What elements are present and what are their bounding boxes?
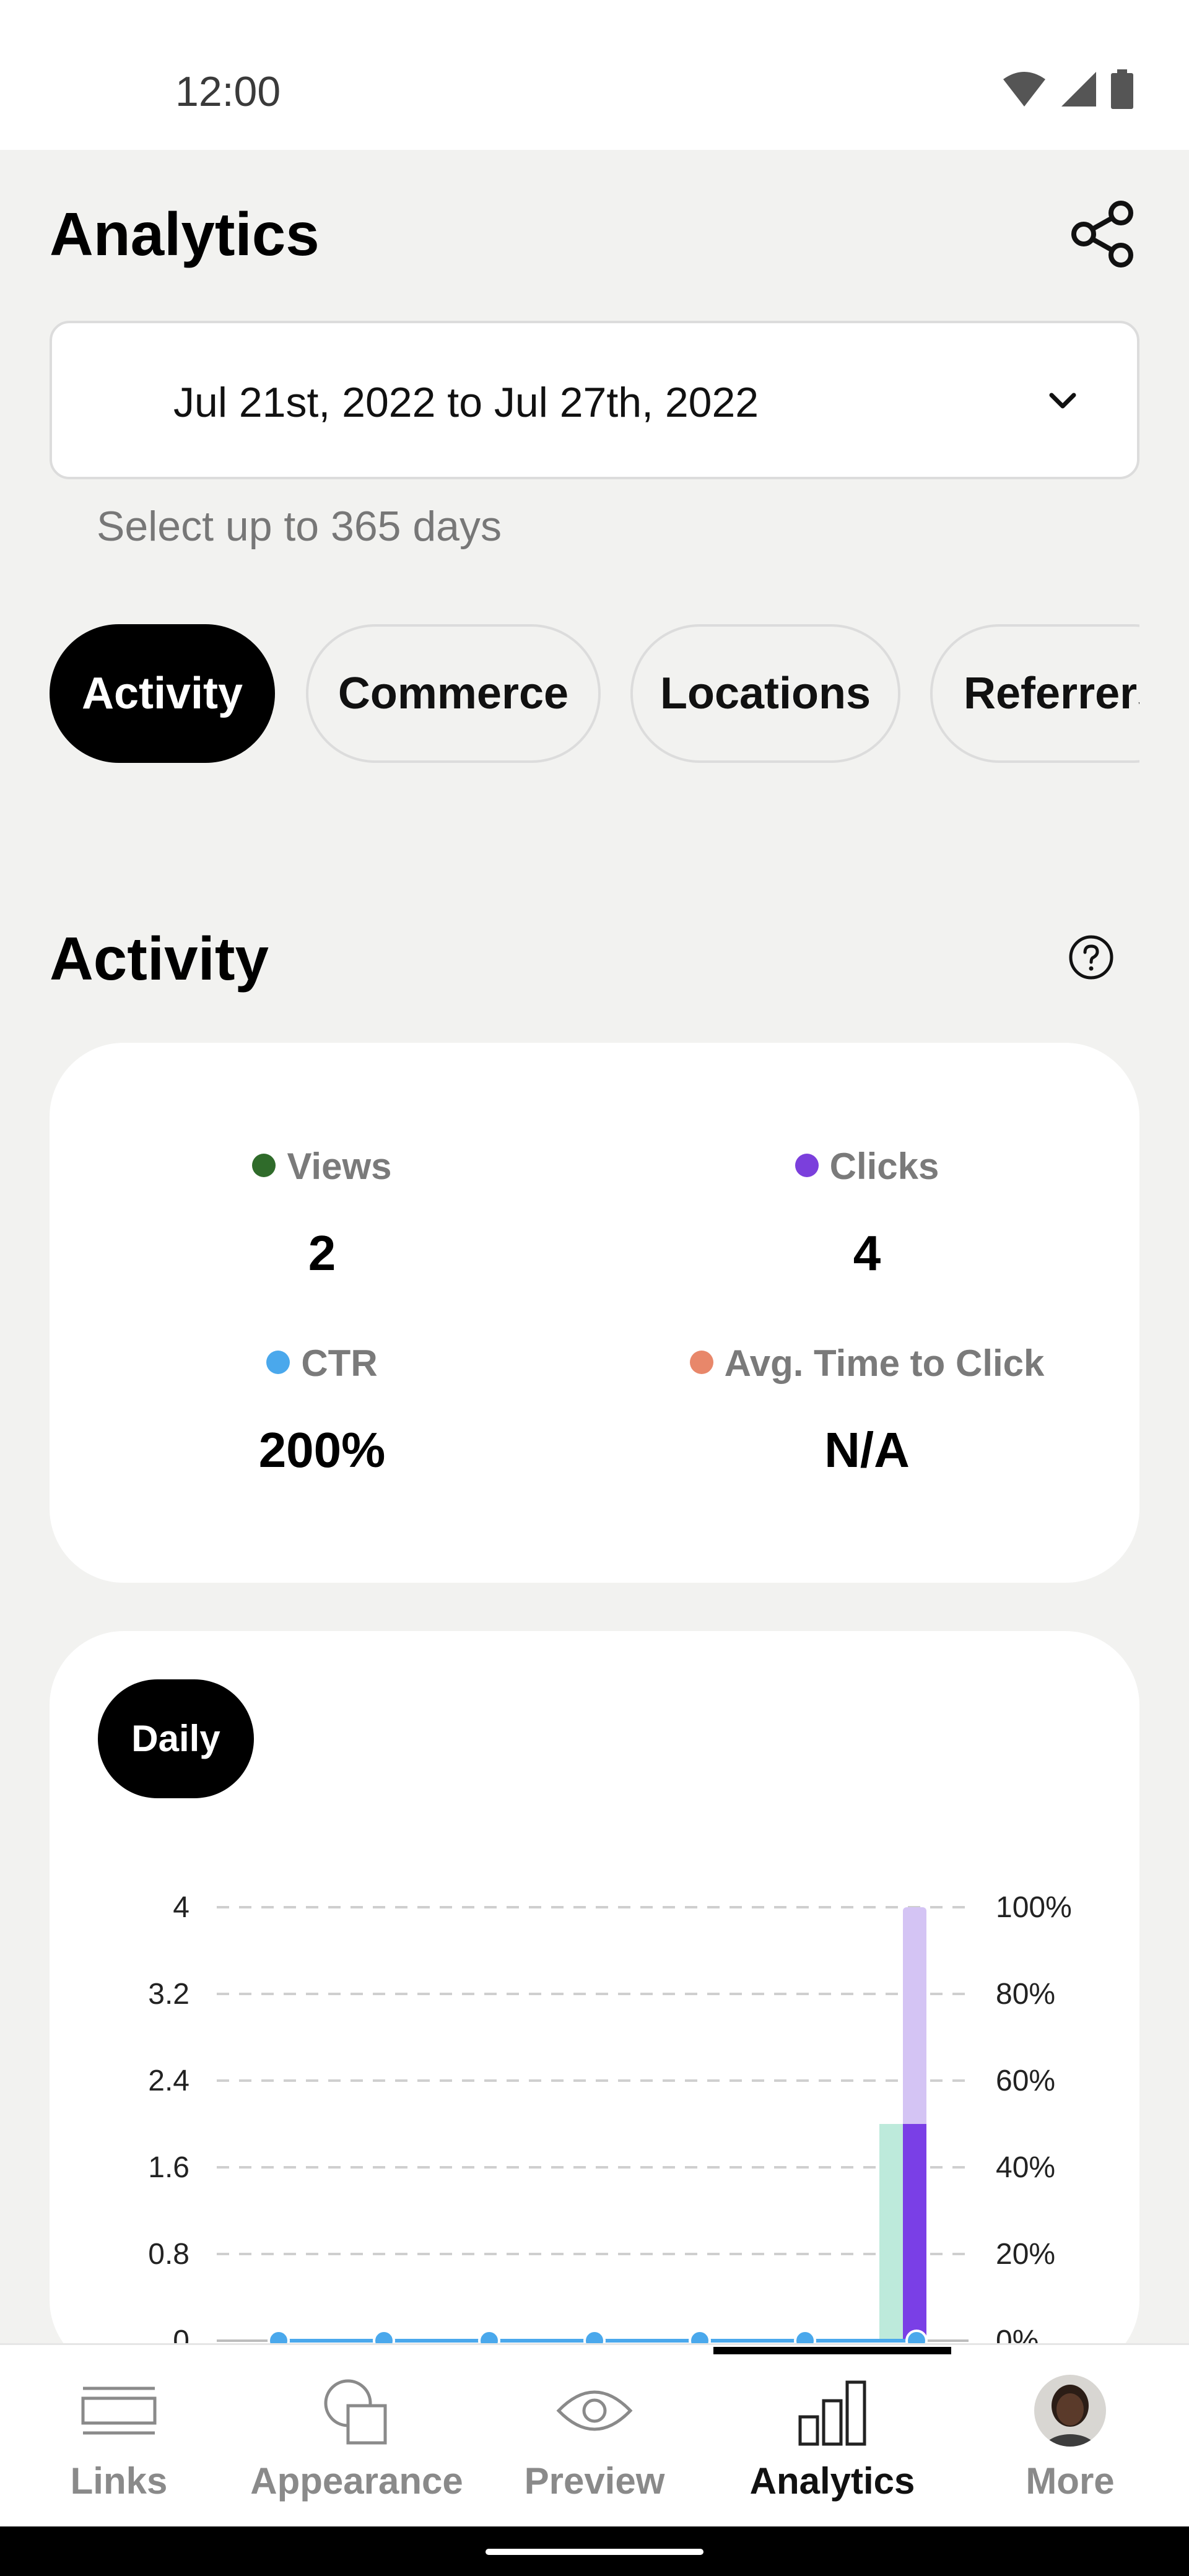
- wifi-icon: [1003, 72, 1045, 107]
- nav-analytics-label: Analytics: [749, 2460, 915, 2502]
- bar-views: [879, 2124, 903, 2341]
- y2-tick-label: 100%: [996, 1891, 1072, 1924]
- nav-links[interactable]: Links: [0, 2345, 238, 2528]
- activity-chart: 0 0%0.8 20%1.6 40%2.4 60%3.2 80%4 100%: [148, 1891, 1072, 2357]
- status-bar: 12:00: [0, 0, 1189, 150]
- home-handle[interactable]: [486, 2549, 703, 2555]
- battery-icon: [1111, 69, 1133, 109]
- y-tick-label: 3.2: [148, 1978, 189, 2011]
- nav-analytics[interactable]: Analytics: [713, 2345, 951, 2528]
- eye-icon: [556, 2390, 633, 2431]
- nav-preview[interactable]: Preview: [476, 2345, 713, 2528]
- y2-tick-label: 20%: [996, 2238, 1055, 2271]
- section-tabs: Activity Commerce Locations Referrers: [50, 624, 1139, 763]
- metric-ctr-label: CTR: [50, 1341, 594, 1386]
- metric-views-label: Views: [50, 1144, 594, 1189]
- help-button[interactable]: [1068, 934, 1115, 981]
- share-icon: [1071, 201, 1133, 268]
- nav-more[interactable]: More: [951, 2345, 1189, 2528]
- date-range-hint: Select up to 365 days: [97, 503, 502, 550]
- views-dot: [252, 1154, 276, 1178]
- nav-appearance[interactable]: Appearance: [238, 2345, 476, 2528]
- chart-card: Daily 0 0% 0.8 20% 1.6 40% 2.4 60% 3.2 80% 4 100%: [50, 1631, 1139, 2374]
- page-title: Analytics: [50, 200, 320, 268]
- metric-ctr-value: 200%: [258, 1422, 386, 1477]
- activity-title: Activity: [50, 925, 269, 993]
- share-button[interactable]: [1065, 197, 1139, 271]
- y2-tick-label: 40%: [996, 2151, 1055, 2184]
- signal-icon: [1061, 72, 1096, 107]
- appearance-icon: [324, 2379, 387, 2445]
- bottom-nav: Links Appearance Preview Analytics More: [0, 2343, 1189, 2526]
- metric-clicks-label: Clicks: [594, 1144, 1139, 1189]
- y2-tick-label: 80%: [996, 1978, 1055, 2011]
- question-circle-icon: [1069, 935, 1113, 980]
- avatar: [1034, 2375, 1106, 2447]
- y2-tick-label: 60%: [996, 2065, 1055, 2097]
- metric-clicks-value: 4: [853, 1225, 881, 1281]
- nav-links-label: Links: [70, 2460, 168, 2502]
- tab-activity[interactable]: Activity: [50, 624, 275, 763]
- tab-locations[interactable]: Locations: [630, 624, 900, 763]
- bar-chart-icon: [798, 2380, 866, 2446]
- status-icons: [1002, 67, 1133, 111]
- tab-commerce[interactable]: Commerce: [306, 624, 601, 763]
- nav-preview-label: Preview: [524, 2460, 665, 2502]
- status-time: 12:00: [175, 68, 281, 115]
- y-tick-label: 4: [173, 1891, 189, 1924]
- nav-active-indicator: [713, 2347, 951, 2354]
- metric-views-value: 2: [308, 1225, 336, 1281]
- avg-time-dot: [689, 1351, 713, 1375]
- links-icon: [81, 2387, 157, 2435]
- y-tick-label: 1.6: [148, 2151, 189, 2184]
- ctr-dot: [266, 1351, 290, 1375]
- clicks-dot: [795, 1154, 819, 1178]
- metrics-card: Views 2 Clicks 4 CTR 200% Avg. Time to C…: [50, 1043, 1139, 1583]
- chevron-down-icon: [1049, 393, 1076, 409]
- metric-avg-time-label: Avg. Time to Click: [594, 1341, 1139, 1386]
- date-range-value: Jul 21st, 2022 to Jul 27th, 2022: [173, 379, 759, 426]
- y-tick-label: 0.8: [148, 2238, 189, 2271]
- nav-more-label: More: [1026, 2460, 1115, 2502]
- tab-referrers[interactable]: Referrers: [930, 624, 1139, 763]
- y-tick-label: 2.4: [148, 2065, 189, 2097]
- date-range-select[interactable]: Jul 21st, 2022 to Jul 27th, 2022: [50, 321, 1139, 479]
- bar-clicks: [903, 2124, 926, 2341]
- metric-avg-time-value: N/A: [824, 1422, 910, 1477]
- nav-appearance-label: Appearance: [250, 2460, 463, 2502]
